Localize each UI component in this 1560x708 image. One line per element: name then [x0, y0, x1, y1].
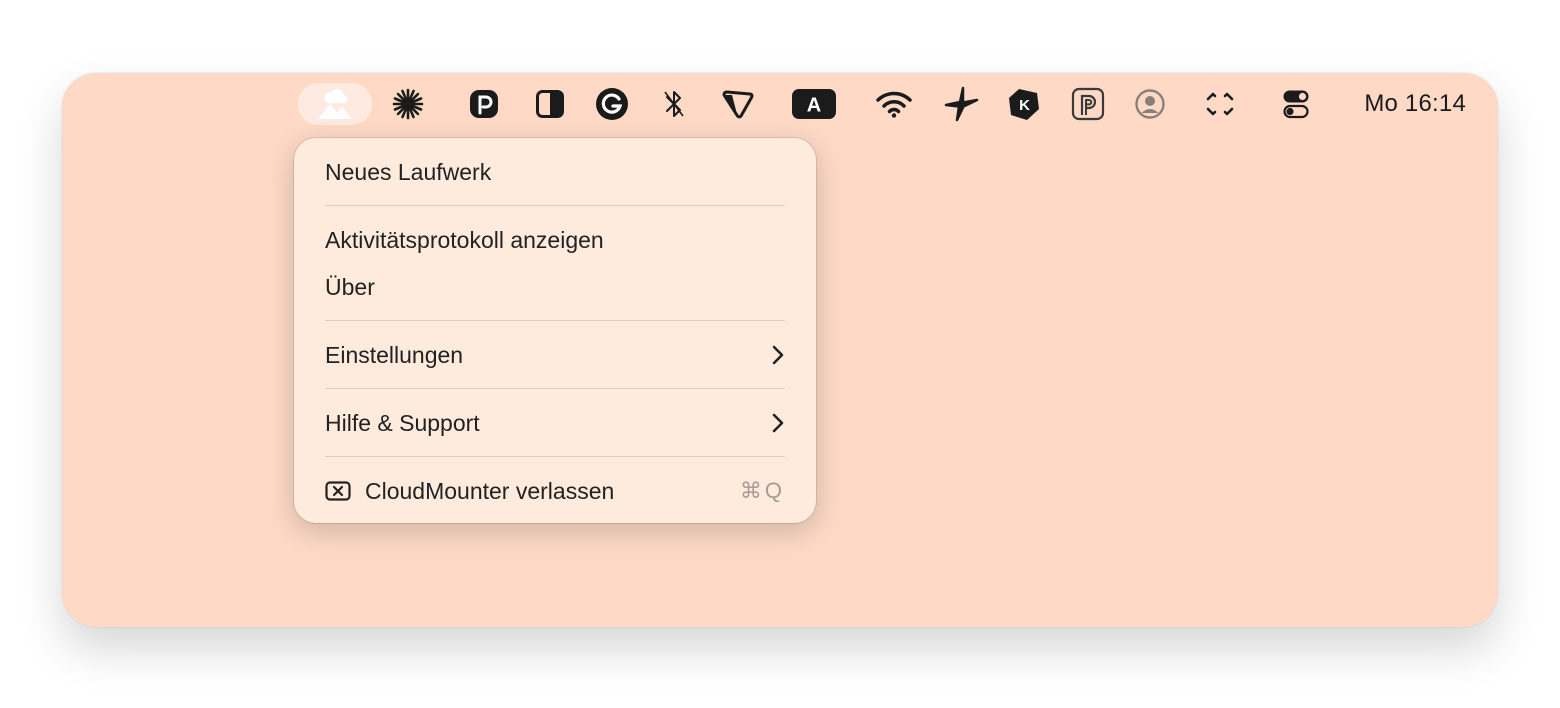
menu-item-label: Hilfe & Support	[325, 409, 480, 436]
menu-bar: A K Mo 16:14	[62, 73, 1498, 135]
control-center-menu-extra[interactable]	[1278, 83, 1314, 125]
pinwheel-icon	[943, 86, 979, 122]
menu-separator	[325, 205, 785, 206]
half-contrast-icon	[535, 89, 565, 119]
bluetooth-menu-extra[interactable]	[658, 83, 690, 125]
menu-separator	[325, 320, 785, 321]
menu-item-label: Einstellungen	[325, 341, 464, 368]
p-square-icon	[1071, 87, 1105, 121]
cloudmounter-menu-extra[interactable]	[298, 83, 372, 125]
contrast-menu-extra[interactable]	[530, 83, 570, 125]
cloudmounter-icon	[316, 88, 354, 120]
menu-item-label: Aktivitätsprotokoll anzeigen	[325, 226, 604, 253]
grammarly-icon	[595, 87, 629, 121]
p-square-menu-extra[interactable]	[1068, 83, 1108, 125]
menu-item-label: Über	[325, 273, 375, 300]
svg-text:K: K	[1019, 97, 1030, 114]
grammarly-menu-extra[interactable]	[592, 83, 632, 125]
wifi-icon	[876, 90, 912, 118]
menu-item-activity-log[interactable]: Aktivitätsprotokoll anzeigen	[325, 220, 785, 260]
menu-item-label: Neues Laufwerk	[325, 158, 492, 185]
control-center-icon	[1282, 88, 1310, 120]
quit-icon	[325, 481, 351, 501]
input-source-menu-extra[interactable]: A	[792, 83, 836, 125]
menu-item-about[interactable]: Über	[325, 267, 785, 307]
menu-item-help-support[interactable]: Hilfe & Support	[325, 403, 785, 443]
user-account-icon	[1134, 88, 1166, 120]
menu-item-settings[interactable]: Einstellungen	[325, 335, 785, 375]
k-app-menu-extra[interactable]: K	[1004, 83, 1044, 125]
menu-separator	[325, 388, 785, 389]
keyboard-shortcut: ⌘Q	[739, 478, 785, 503]
menu-item-new-drive[interactable]: Neues Laufwerk	[325, 152, 785, 192]
p-circle-app-icon	[468, 88, 500, 120]
chevron-right-icon	[771, 412, 785, 434]
menu-item-quit[interactable]: CloudMounter verlassen ⌘Q	[325, 471, 785, 511]
p-app-menu-extra[interactable]	[464, 83, 504, 125]
cloudmounter-dropdown-menu: Neues Laufwerk Aktivitätsprotokoll anzei…	[294, 138, 816, 523]
k-hexagon-icon: K	[1007, 87, 1041, 121]
screen-capture-menu-extra[interactable]	[1200, 83, 1240, 125]
asterisk-menu-extra[interactable]	[388, 83, 428, 125]
menu-bar-clock[interactable]: Mo 16:14	[1364, 83, 1466, 125]
pinwheel-menu-extra[interactable]	[940, 83, 982, 125]
chevron-right-icon	[771, 344, 785, 366]
screen-capture-icon	[1204, 88, 1236, 120]
menu-item-label: CloudMounter verlassen	[365, 477, 615, 504]
wifi-menu-extra[interactable]	[874, 83, 914, 125]
svg-text:A: A	[807, 95, 821, 117]
menu-separator	[325, 456, 785, 457]
user-account-menu-extra[interactable]	[1130, 83, 1170, 125]
pointer-menu-extra[interactable]	[718, 83, 758, 125]
bluetooth-icon	[663, 89, 685, 119]
pointer-shape-icon	[721, 89, 755, 119]
input-source-icon: A	[792, 89, 836, 119]
asterisk-burst-icon	[392, 88, 424, 120]
